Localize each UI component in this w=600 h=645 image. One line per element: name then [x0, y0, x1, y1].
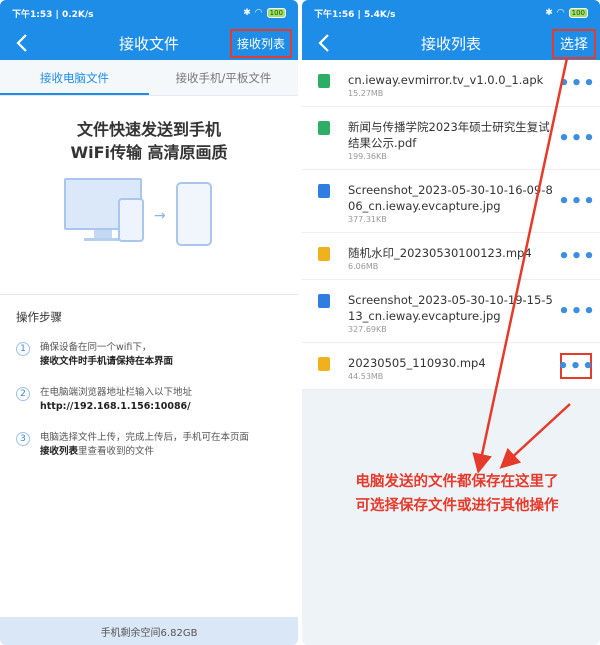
hero-line-1: 文件快速发送到手机 [76, 120, 221, 139]
battery-icon: 100 [568, 8, 588, 18]
step-2: 2 在电脑端浏览器地址栏输入以下地址 http://192.168.1.156:… [16, 386, 282, 414]
file-row[interactable]: 新闻与传播学院2023年硕士研究生复试结果公示.pdf 199.36KB ••• [302, 107, 600, 170]
tab-bar: 接收电脑文件 接收手机/平板文件 [0, 60, 298, 96]
receive-list-button[interactable]: 接收列表 [229, 29, 292, 58]
bluetooth-icon: ✱ [243, 8, 251, 18]
arrow-right-icon: → [154, 208, 166, 224]
steps-section: 操作步骤 1 确保设备在同一个wifi下， 接收文件时手机请保持在本界面 2 在… [0, 294, 298, 459]
step-number: 2 [16, 387, 30, 401]
status-bar: 下午1:53 | 0.2K/s ✱ ◠ 100 [0, 0, 298, 26]
server-address: http://192.168.1.156:10086/ [40, 401, 191, 412]
annotation-text: 电脑发送的文件都保存在这里了 可选择保存文件或进行其他操作 [355, 474, 559, 514]
hero: 文件快速发送到手机 WiFi传输 高清原画质 [0, 118, 298, 164]
chevron-left-icon [16, 34, 27, 52]
file-name: cn.ieway.evmirror.tv_v1.0.0_1.apk [348, 73, 544, 87]
transfer-illustration: → [64, 178, 234, 258]
file-size: 377.31KB [348, 215, 387, 224]
small-phone-graphic [118, 198, 144, 242]
file-size: 199.36KB [348, 152, 387, 161]
file-row[interactable]: 20230505_110930.mp4 44.53MB ••• [302, 343, 600, 390]
more-dots-icon[interactable]: ••• [558, 246, 595, 267]
status-time: 下午1:53 | 0.2K/s [12, 9, 94, 20]
video-file-icon [318, 247, 330, 261]
file-row[interactable]: 随机水印_20230530100123.mp4 6.06MB ••• [302, 233, 600, 280]
file-name: Screenshot_2023-05-30-10-19-15-513_cn.ie… [348, 293, 553, 323]
more-dots-icon[interactable]: ••• [558, 191, 595, 212]
step-3: 3 电脑选择文件上传，完成上传后，手机可在本页面 接收列表里查看收到的文件 [16, 431, 282, 459]
title-bar: 接收文件 接收列表 [0, 26, 298, 60]
bluetooth-icon: ✱ [545, 8, 553, 18]
right-screen: 下午1:56 | 5.4K/s ✱ ◠ 100 接收列表 选择 cn.ieway… [302, 0, 600, 645]
chevron-left-icon [318, 34, 329, 52]
steps-title: 操作步骤 [16, 310, 62, 324]
more-dots-icon[interactable]: ••• [558, 128, 595, 149]
step-number: 1 [16, 342, 30, 356]
hero-line-2: WiFi传输 高清原画质 [70, 143, 228, 162]
step-number: 3 [16, 432, 30, 446]
status-time: 下午1:56 | 5.4K/s [314, 9, 396, 20]
back-button[interactable] [10, 31, 34, 55]
file-size: 6.06MB [348, 262, 379, 271]
status-bar: 下午1:56 | 5.4K/s ✱ ◠ 100 [302, 0, 600, 26]
file-row[interactable]: Screenshot_2023-05-30-10-16-09-806_cn.ie… [302, 170, 600, 233]
apk-file-icon [318, 74, 330, 88]
phone-graphic [176, 182, 212, 246]
select-button[interactable]: 选择 [552, 29, 596, 59]
file-size: 327.69KB [348, 325, 387, 334]
file-size: 15.27MB [348, 89, 384, 98]
file-row[interactable]: Screenshot_2023-05-30-10-19-15-513_cn.ie… [302, 280, 600, 343]
video-file-icon [318, 357, 330, 371]
more-dots-icon[interactable]: ••• [558, 73, 595, 94]
storage-info: 手机剩余空间6.82GB [0, 617, 298, 645]
file-list: cn.ieway.evmirror.tv_v1.0.0_1.apk 15.27M… [302, 60, 600, 390]
wifi-icon: ◠ [556, 8, 565, 18]
battery-icon: 100 [266, 8, 286, 18]
file-name: Screenshot_2023-05-30-10-16-09-806_cn.ie… [348, 183, 553, 213]
left-screen: 下午1:53 | 0.2K/s ✱ ◠ 100 接收文件 接收列表 接收电脑文件… [0, 0, 298, 645]
image-file-icon [318, 294, 330, 308]
more-dots-icon[interactable]: ••• [558, 301, 595, 322]
pdf-file-icon [318, 121, 330, 135]
back-button[interactable] [312, 31, 336, 55]
image-file-icon [318, 184, 330, 198]
wifi-icon: ◠ [254, 8, 263, 18]
file-name: 新闻与传播学院2023年硕士研究生复试结果公示.pdf [348, 120, 550, 150]
step-1: 1 确保设备在同一个wifi下， 接收文件时手机请保持在本界面 [16, 341, 282, 369]
tab-receive-phone[interactable]: 接收手机/平板文件 [149, 60, 298, 95]
title-bar: 接收列表 选择 [302, 26, 600, 60]
file-name: 20230505_110930.mp4 [348, 356, 486, 370]
file-row[interactable]: cn.ieway.evmirror.tv_v1.0.0_1.apk 15.27M… [302, 60, 600, 107]
tab-receive-pc[interactable]: 接收电脑文件 [0, 60, 149, 95]
file-name: 随机水印_20230530100123.mp4 [348, 246, 532, 260]
file-size: 44.53MB [348, 372, 384, 381]
more-dots-icon[interactable]: ••• [557, 353, 594, 379]
